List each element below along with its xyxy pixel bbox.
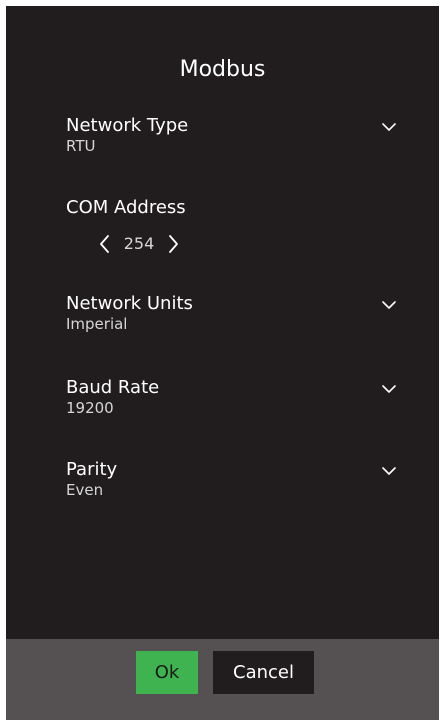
dialog-title: Modbus (179, 57, 266, 82)
decrement-button[interactable] (98, 233, 112, 255)
chevron-left-icon (100, 235, 109, 253)
ok-button[interactable]: Ok (136, 651, 198, 694)
dialog-footer: Ok Cancel (6, 639, 439, 720)
network-units-dropdown[interactable]: Network Units Imperial (66, 294, 396, 333)
cancel-button[interactable]: Cancel (213, 651, 314, 694)
com-address-label: COM Address (66, 197, 186, 218)
chevron-down-icon (382, 123, 396, 131)
network-type-value: RTU (66, 137, 96, 155)
com-address-field: COM Address (66, 198, 396, 218)
increment-button[interactable] (166, 233, 180, 255)
chevron-down-icon (382, 467, 396, 475)
com-address-stepper: 254 (98, 232, 180, 256)
parity-value: Even (66, 481, 104, 499)
chevron-right-icon (169, 235, 178, 253)
baud-rate-value: 19200 (66, 399, 114, 417)
modbus-dialog: Modbus Network Type RTU COM Address 254 … (6, 6, 439, 720)
parity-dropdown[interactable]: Parity Even (66, 460, 396, 499)
parity-label: Parity (66, 459, 118, 480)
network-type-label: Network Type (66, 115, 189, 136)
chevron-down-icon (382, 301, 396, 309)
baud-rate-label: Baud Rate (66, 377, 160, 398)
network-units-label: Network Units (66, 293, 193, 314)
chevron-down-icon (382, 385, 396, 393)
baud-rate-dropdown[interactable]: Baud Rate 19200 (66, 378, 396, 417)
com-address-value: 254 (123, 234, 155, 253)
network-type-dropdown[interactable]: Network Type RTU (66, 116, 396, 155)
network-units-value: Imperial (66, 315, 128, 333)
